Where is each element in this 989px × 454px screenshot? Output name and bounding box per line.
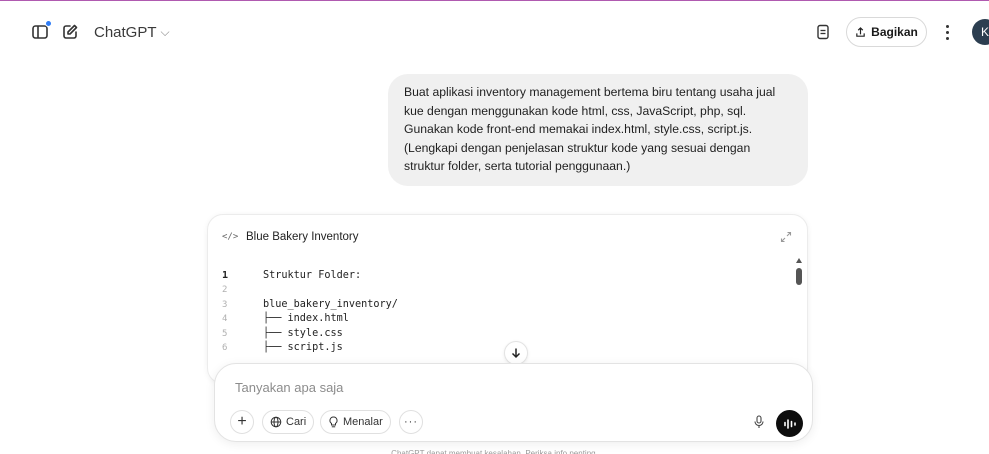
expand-icon	[780, 231, 792, 243]
more-options-button[interactable]	[940, 21, 954, 43]
kebab-dot-icon	[945, 24, 949, 28]
canvas-header: </> Blue Bakery Inventory	[208, 215, 807, 259]
plus-icon: +	[237, 413, 247, 430]
more-tools-button[interactable]: ···	[399, 410, 423, 434]
code-text: Struktur Folder:	[263, 270, 362, 281]
voice-mode-button[interactable]	[776, 410, 803, 437]
user-message-line: Buat aplikasi inventory management berte…	[404, 85, 776, 99]
top-header: ChatGPT ⌵ Bagikan K	[0, 10, 989, 54]
share-icon	[856, 26, 865, 37]
canvas-title: Blue Bakery Inventory	[246, 231, 359, 243]
composer: + Cari Menalar ···	[214, 363, 813, 442]
user-message-line: struktur folder, serta tutorial pengguna…	[404, 159, 631, 173]
code-editor[interactable]: 1 Struktur Folder: 2 3 blue_bakery_invento…	[208, 269, 807, 355]
avatar[interactable]: K	[972, 19, 989, 45]
canvas-toggle-button[interactable]	[813, 22, 833, 42]
document-icon	[817, 24, 829, 40]
code-text: ├── style.css	[263, 327, 343, 339]
line-number: 2	[222, 285, 228, 296]
code-text: ├── index.html	[263, 313, 349, 325]
reason-button[interactable]: Menalar	[320, 410, 391, 434]
ellipsis-icon: ···	[404, 416, 418, 428]
dictate-button[interactable]	[751, 414, 767, 430]
kebab-dot-icon	[945, 30, 949, 34]
kebab-dot-icon	[945, 36, 949, 40]
lightbulb-icon	[329, 416, 338, 428]
user-message-line: kue dengan menggunakan kode html, css, J…	[404, 103, 747, 118]
code-line: 1 Struktur Folder:	[208, 269, 807, 283]
top-accent-line	[0, 0, 989, 1]
line-number: 1	[222, 270, 229, 281]
scroll-up-arrow-icon[interactable]	[796, 258, 802, 263]
disclaimer-text: ChatGPT dapat membuat kesalahan. Periksa…	[391, 449, 598, 454]
code-text: blue_bakery_inventory/	[263, 298, 398, 310]
prompt-input[interactable]	[235, 376, 735, 398]
search-label: Cari	[286, 416, 307, 428]
share-button[interactable]: Bagikan	[846, 17, 927, 47]
user-message-line: (Lengkapi dengan penjelasan struktur kod…	[404, 140, 751, 155]
globe-icon	[270, 416, 282, 428]
code-line: 3 blue_bakery_inventory/	[208, 298, 807, 312]
code-line: 5 ├── style.css	[208, 327, 807, 341]
new-chat-button[interactable]	[60, 22, 80, 42]
code-text: ├── script.js	[263, 341, 343, 353]
line-number: 5	[222, 328, 228, 339]
sidebar-toggle-button[interactable]	[30, 20, 52, 42]
line-number: 3	[222, 299, 228, 310]
line-number: 6	[222, 342, 228, 353]
user-message-bubble: Buat aplikasi inventory management berte…	[388, 74, 808, 186]
code-line: 2	[208, 283, 807, 297]
chevron-down-icon: ⌵	[160, 24, 170, 39]
line-number: 4	[222, 314, 228, 325]
model-switcher[interactable]: ChatGPT ⌵	[94, 21, 170, 43]
waveform-icon	[783, 418, 796, 429]
reason-label: Menalar	[343, 416, 383, 428]
code-line: 4 ├── index.html	[208, 312, 807, 326]
avatar-initial: K	[980, 25, 989, 39]
code-icon: </>	[222, 232, 239, 242]
search-button[interactable]: Cari	[262, 410, 315, 434]
sidebar-icon	[31, 20, 52, 41]
share-label: Bagikan	[871, 25, 918, 39]
attach-button[interactable]: +	[230, 410, 254, 434]
scroll-to-bottom-button[interactable]	[504, 341, 528, 365]
expand-button[interactable]	[779, 230, 793, 244]
arrow-down-icon	[511, 348, 521, 359]
edit-icon	[63, 24, 78, 39]
user-message-line: Gunakan kode front-end memakai index.htm…	[404, 122, 753, 136]
notification-dot	[45, 20, 52, 27]
microphone-icon	[754, 415, 764, 428]
model-name: ChatGPT	[94, 23, 157, 41]
scrollbar-thumb[interactable]	[796, 268, 802, 285]
